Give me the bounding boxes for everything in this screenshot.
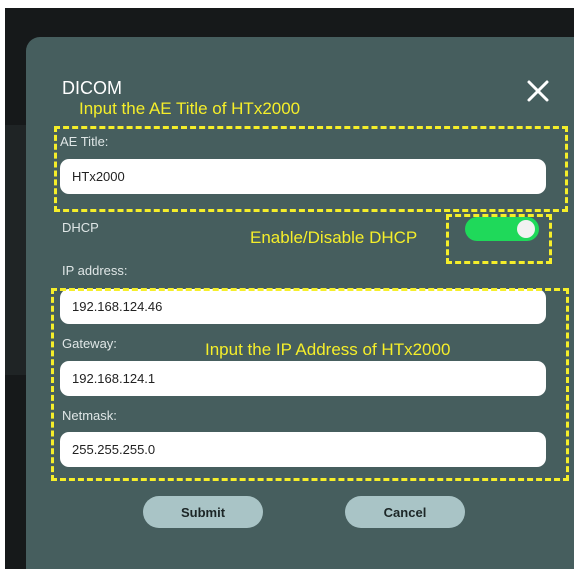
ip-annotation: Input the IP Address of HTx2000 bbox=[205, 340, 451, 359]
ae-title-annotation: Input the AE Title of HTx2000 bbox=[79, 99, 301, 118]
close-icon[interactable] bbox=[524, 77, 552, 105]
cancel-button[interactable]: Cancel bbox=[345, 496, 465, 528]
dhcp-annotation: Enable/Disable DHCP bbox=[250, 228, 418, 247]
submit-button[interactable]: Submit bbox=[143, 496, 263, 528]
ae-title-highlight-box bbox=[54, 126, 568, 212]
dhcp-label: DHCP bbox=[62, 220, 99, 235]
ip-address-label: IP address: bbox=[62, 263, 128, 278]
dhcp-highlight-box bbox=[446, 214, 552, 264]
dialog-title: DICOM bbox=[62, 78, 122, 98]
ip-settings-highlight-box bbox=[51, 288, 569, 481]
